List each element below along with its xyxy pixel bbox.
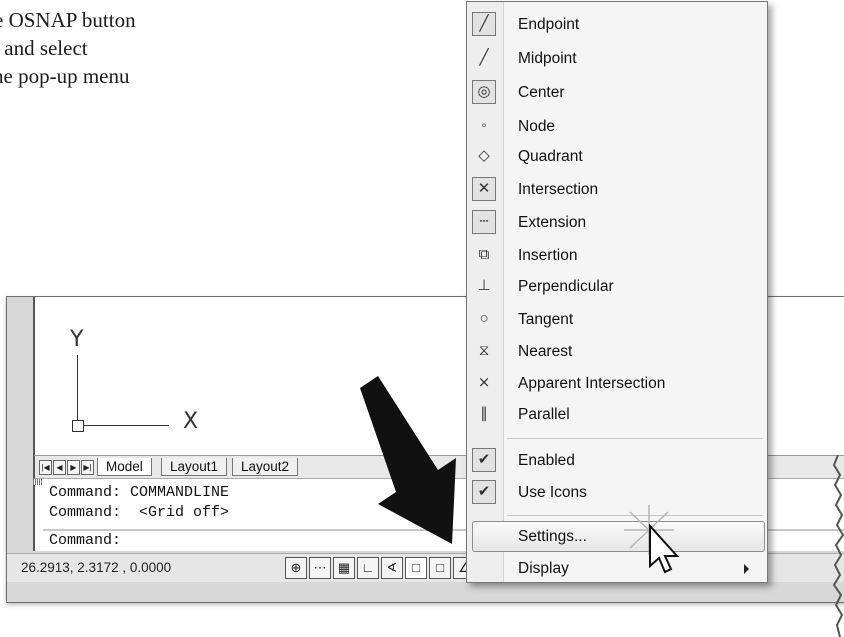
endpoint-icon: ╱ [472,12,496,36]
tab-layout2[interactable]: Layout2 [232,458,299,476]
menu-item-label: Display [518,560,569,577]
menu-item-extension[interactable]: ┄ Extension [467,206,767,239]
ucs-icon [72,420,84,432]
menu-item-enabled[interactable]: ✔ Enabled [467,444,767,477]
extension-icon: ┄ [472,210,496,234]
menu-item-endpoint[interactable]: ╱ Endpoint [467,8,767,41]
node-icon: ◦ [481,117,487,134]
menu-item-label: Quadrant [518,148,583,165]
instruction-text: e OSNAP button r and select he pop-up me… [0,6,292,90]
menu-item-label: Tangent [518,311,574,328]
nearest-icon: ⧖ [478,342,490,359]
tab-model[interactable]: Model [97,458,152,476]
menu-item-label: Enabled [518,452,575,469]
menu-item-label: Endpoint [518,16,580,33]
menu-item-nearest[interactable]: ⧖ Nearest [467,335,767,368]
snap-mode-icon[interactable]: ⋯ [309,557,331,579]
menu-item-tangent[interactable]: ○ Tangent [467,303,767,336]
first-tab-button[interactable]: |◀ [39,460,52,475]
object-snap-tracking-icon[interactable]: □ [429,557,451,579]
menu-item-parallel[interactable]: ∥ Parallel [467,398,767,431]
infer-constraints-icon[interactable]: ⊕ [285,557,307,579]
menu-item-center[interactable]: ◎ Center [467,76,767,109]
polar-tracking-icon[interactable]: ∢ [381,557,403,579]
menu-item-node[interactable]: ◦ Node [467,110,767,143]
grid-display-icon[interactable]: ▦ [333,557,355,579]
command-window-grip[interactable] [33,479,43,485]
checkmark-icon: ✔ [472,448,496,472]
menu-item-midpoint[interactable]: ╱ Midpoint [467,42,767,75]
ucs-y-label: Y [70,327,84,352]
center-icon: ◎ [472,80,496,104]
last-tab-button[interactable]: ▶| [81,460,94,475]
osnap-context-menu: ╱ Endpoint ╱ Midpoint ◎ Center ◦ Node ◇ … [466,1,768,583]
menu-item-label: Midpoint [518,50,577,67]
torn-edge-decoration [832,455,844,637]
insertion-icon: ⧉ [478,246,490,263]
menu-item-intersection[interactable]: ✕ Intersection [467,173,767,206]
object-snap-button[interactable]: □ [405,557,427,579]
instruction-line: e OSNAP button [0,8,136,32]
menu-item-label: Center [518,84,565,101]
intersection-icon: ✕ [472,177,496,201]
ucs-x-label: X [183,409,199,434]
menu-item-label: Insertion [518,247,578,264]
menu-item-apparent-intersection[interactable]: ⨯ Apparent Intersection [467,367,767,400]
menu-item-label: Node [518,118,556,135]
menu-item-label: Settings... [518,528,587,545]
ucs-y-axis [77,355,78,425]
apparent-intersection-icon: ⨯ [477,374,491,391]
menu-separator [507,438,763,439]
menu-item-label: Parallel [518,406,570,423]
menu-item-label: Extension [518,214,587,231]
quadrant-icon: ◇ [478,147,490,164]
tangent-icon: ○ [479,310,489,327]
checkmark-icon: ✔ [472,480,496,504]
menu-item-perpendicular[interactable]: ⊥ Perpendicular [467,270,767,303]
menu-item-label: Nearest [518,343,573,360]
midpoint-icon: ╱ [479,49,489,66]
command-history-line: Command: COMMANDLINE [49,484,230,501]
command-prompt[interactable]: Command: [49,532,121,549]
menu-item-label: Intersection [518,181,599,198]
menu-item-quadrant[interactable]: ◇ Quadrant [467,140,767,173]
menu-item-label: Use Icons [518,484,587,501]
submenu-arrow-icon [744,564,749,574]
menu-item-insertion[interactable]: ⧉ Insertion [467,239,767,272]
ortho-mode-icon[interactable]: ∟ [357,557,379,579]
menu-item-label: Perpendicular [518,278,614,295]
prev-tab-button[interactable]: ◀ [53,460,66,475]
instruction-line: r and select [0,36,88,60]
command-history-line: Command: <Grid off> [49,504,230,521]
tab-layout1[interactable]: Layout1 [161,458,228,476]
parallel-icon: ∥ [480,405,488,422]
coordinate-readout[interactable]: 26.2913, 2.3172 , 0.0000 [21,560,171,575]
ucs-x-axis [77,425,169,426]
next-tab-button[interactable]: ▶ [67,460,80,475]
perpendicular-icon: ⊥ [477,277,491,294]
instruction-line: he pop-up menu [0,64,130,88]
mouse-cursor-icon [624,505,680,574]
menu-item-label: Apparent Intersection [518,375,666,392]
